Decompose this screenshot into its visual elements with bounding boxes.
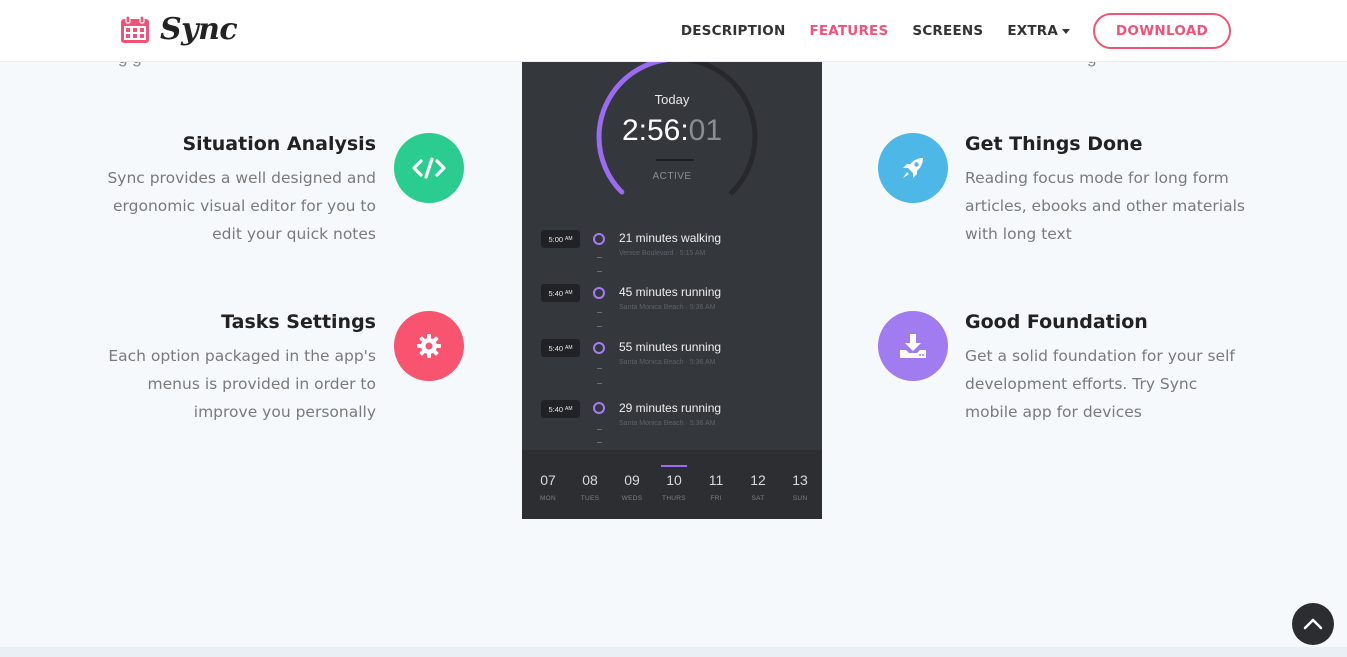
feature-text: Each option packaged in the app's menus … (108, 347, 376, 421)
timeline-dash (597, 326, 602, 327)
feature-title: Get Things Done (965, 133, 1143, 155)
timeline-dot (593, 402, 605, 414)
day-thurs[interactable]: 10 THURS (653, 450, 695, 519)
timeline-dot (593, 233, 605, 245)
clock-main: 2:56: (621, 114, 689, 147)
day-selector: 07 MON 08 TUES 09 WEDS 10 THURS 11 FRI 12 SAT … (522, 450, 822, 519)
timeline-dot (593, 342, 605, 354)
rocket-icon (878, 133, 948, 203)
caret-down-icon (1062, 28, 1070, 34)
gear-icon (394, 311, 464, 381)
feature-text: Get a solid foundation for your self dev… (965, 347, 1235, 421)
activity-title: 45 minutes running (619, 285, 722, 299)
day-fri[interactable]: 11 FRI (695, 450, 737, 519)
phone-screen: Today 2:56:01 ACTIVE 5:00 AM 21 minutes w… (522, 62, 822, 519)
day-sun[interactable]: 13 SUN (779, 450, 821, 519)
download-button[interactable]: DOWNLOAD (1093, 13, 1231, 49)
time-badge: 5:00 AM (541, 230, 580, 248)
timeline-dash (597, 368, 602, 369)
download-icon (878, 311, 948, 381)
feature-text: Reading focus mode for long form article… (965, 169, 1245, 243)
feature-tasks-settings: Tasks Settings Each option packaged in t… (96, 311, 376, 426)
timeline-dash (597, 312, 602, 313)
today-label: Today (654, 92, 690, 107)
navbar: Sync DESCRIPTION FEATURES SCREENS EXTRA … (0, 0, 1347, 62)
feature-title: Good Foundation (965, 311, 1148, 333)
activity-location: Santa Monica Beach · 5:36 AM (619, 420, 716, 427)
scroll-to-top-button[interactable] (1292, 603, 1334, 645)
time-badge: 5:40 AM (541, 339, 580, 357)
nav-screens[interactable]: SCREENS (912, 23, 983, 39)
timeline-dot (593, 287, 605, 299)
activity-item[interactable]: 5:40 AM 45 minutes running Santa Monica B… (522, 282, 822, 318)
timeline-dash (597, 442, 602, 443)
feature-good-foundation: Good Foundation Get a solid foundation f… (965, 311, 1245, 426)
activity-location: Santa Monica Beach · 5:36 AM (619, 304, 716, 311)
activity-title: 29 minutes running (619, 401, 722, 415)
feature-title: Tasks Settings (221, 311, 376, 333)
brand-name: Sync (160, 12, 238, 47)
activity-item[interactable]: 5:40 AM 29 minutes running Santa Monica B… (522, 399, 822, 435)
day-sat[interactable]: 12 SAT (737, 450, 779, 519)
selected-indicator (661, 465, 687, 467)
status-label: ACTIVE (652, 171, 692, 182)
code-icon (394, 133, 464, 203)
timeline-dash (597, 257, 602, 258)
day-mon[interactable]: 07 MON (527, 450, 569, 519)
feature-text: Sync provides a well designed and ergono… (107, 169, 376, 243)
clock-seconds: 01 (688, 114, 723, 147)
timeline-dash (597, 429, 602, 430)
nav-extra-label: EXTRA (1007, 23, 1058, 39)
activity-item[interactable]: 5:00 AM 21 minutes walking Venice Bouleva… (522, 228, 822, 264)
activity-title: 21 minutes walking (619, 231, 722, 245)
activity-item[interactable]: 5:40 AM 55 minutes running Santa Monica B… (522, 338, 822, 374)
nav-features[interactable]: FEATURES (809, 23, 888, 39)
divider (656, 159, 694, 161)
calendar-icon (121, 14, 149, 43)
section-divider (0, 647, 1347, 657)
nav-description[interactable]: DESCRIPTION (681, 23, 786, 39)
main-nav: DESCRIPTION FEATURES SCREENS EXTRA DOWNL… (657, 13, 1231, 49)
feature-situation-analysis: Situation Analysis Sync provides a well … (96, 133, 376, 248)
timeline-dash (597, 383, 602, 384)
activity-title: 55 minutes running (619, 340, 722, 354)
chevron-up-icon (1303, 618, 1323, 630)
timer-clock: 2:56:01 (522, 114, 822, 148)
day-weds[interactable]: 09 WEDS (611, 450, 653, 519)
activity-location: Venice Boulevard · 5:15 AM (619, 250, 706, 257)
feature-title: Situation Analysis (182, 133, 377, 155)
activity-location: Santa Monica Beach · 5:36 AM (619, 359, 716, 366)
time-badge: 5:40 AM (541, 284, 580, 302)
brand-logo[interactable]: Sync (120, 12, 238, 47)
time-badge: 5:40 AM (541, 400, 580, 418)
feature-get-things-done: Get Things Done Reading focus mode for l… (965, 133, 1245, 248)
day-tues[interactable]: 08 TUES (569, 450, 611, 519)
nav-extra[interactable]: EXTRA (1007, 23, 1070, 39)
timeline-dash (597, 271, 602, 272)
